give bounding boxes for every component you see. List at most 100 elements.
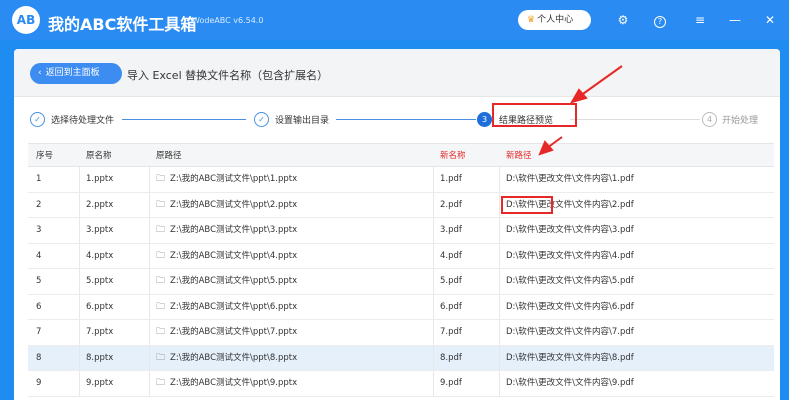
- user-center-button[interactable]: ♛ 个人中心: [518, 10, 591, 30]
- help-icon[interactable]: ?: [650, 10, 670, 30]
- column-divider: [433, 320, 434, 345]
- table-row[interactable]: 8 8.pptx 🗀 Z:\我的ABC测试文件\ppt\8.pptx 8.pdf D:\软…: [28, 345, 774, 371]
- column-divider: [499, 218, 500, 243]
- table-row[interactable]: 5 5.pptx 🗀 Z:\我的ABC测试文件\ppt\5.pptx 5.pdf D:\软…: [28, 269, 774, 295]
- app-version: WodeABC v6.54.0: [192, 16, 264, 25]
- back-to-main-button[interactable]: ‹ 返回到主面板: [30, 63, 122, 84]
- column-divider: [499, 243, 500, 268]
- column-divider: [149, 192, 150, 217]
- cell-path: Z:\我的ABC测试文件\ppt\1.pptx: [170, 174, 298, 184]
- cell-new-path: D:\软件\更改文件\文件内容\5.pdf: [506, 276, 634, 286]
- cell-new-name: 2.pdf: [440, 199, 462, 210]
- cell-index: 3: [36, 225, 42, 235]
- column-divider: [499, 294, 500, 319]
- cell-new-path: D:\软件\更改文件\文件内容\1.pdf: [506, 174, 634, 184]
- app-title: 我的ABC软件工具箱: [48, 15, 197, 34]
- column-divider: [499, 167, 500, 192]
- step-connector: [122, 119, 246, 120]
- column-divider: [149, 167, 150, 192]
- column-divider: [149, 294, 150, 319]
- column-divider: [433, 294, 434, 319]
- cell-new-path: D:\软件\更改文件\文件内容\4.pdf: [506, 250, 634, 261]
- table-row[interactable]: 7 7.pptx 🗀 Z:\我的ABC测试文件\ppt\7.pptx 7.pdf D:\软…: [28, 320, 774, 346]
- folder-icon: 🗀: [156, 301, 166, 312]
- step-indicator: ✓ 选择待处理文件 ✓ 设置输出目录 3 结果路径预览 4 开始处理: [14, 97, 780, 143]
- cell-name: 1.pptx: [86, 174, 114, 184]
- cell-new-name: 1.pdf: [440, 174, 462, 184]
- cell-index: 9: [36, 378, 42, 388]
- app-logo: AB: [12, 6, 40, 34]
- column-divider: [79, 371, 80, 396]
- col-name: 原名称: [86, 151, 112, 161]
- column-divider: [79, 167, 80, 192]
- menu-icon[interactable]: ≡: [690, 10, 710, 30]
- folder-icon: 🗀: [156, 174, 166, 184]
- step-connector: [336, 119, 476, 120]
- cell-new-path: D:\软件\更改文件\文件内容\9.pdf: [506, 378, 634, 388]
- column-divider: [499, 345, 500, 370]
- page-title: 导入 Excel 替换文件名称（包含扩展名）: [127, 69, 329, 82]
- table-row[interactable]: 6 6.pptx 🗀 Z:\我的ABC测试文件\ppt\6.pptx 6.pdf D:\软…: [28, 294, 774, 320]
- step-1-label: 选择待处理文件: [51, 116, 115, 126]
- annotation-box-step3: [492, 103, 577, 127]
- cell-path: Z:\我的ABC测试文件\ppt\6.pptx: [170, 301, 298, 312]
- step-connector: [570, 119, 700, 120]
- column-divider: [433, 269, 434, 294]
- minimize-icon[interactable]: —: [725, 10, 745, 30]
- cell-new-path: D:\软件\更改文件\文件内容\6.pdf: [506, 301, 634, 312]
- close-icon[interactable]: ✕: [760, 10, 780, 30]
- column-divider: [149, 269, 150, 294]
- column-divider: [499, 269, 500, 294]
- cell-new-name: 4.pdf: [440, 250, 462, 261]
- cell-path: Z:\我的ABC测试文件\ppt\3.pptx: [170, 225, 298, 235]
- table-row[interactable]: 9 9.pptx 🗀 Z:\我的ABC测试文件\ppt\9.pptx 9.pdf D:\软…: [28, 371, 774, 397]
- column-divider: [79, 218, 80, 243]
- step-2-label: 设置输出目录: [275, 116, 330, 126]
- cell-index: 6: [36, 301, 42, 312]
- annotation-box-new-path: [501, 196, 553, 214]
- cell-new-name: 7.pdf: [440, 327, 462, 337]
- column-divider: [433, 243, 434, 268]
- column-divider: [433, 371, 434, 396]
- step-4-label: 开始处理: [722, 116, 759, 126]
- main-panel: ‹ 返回到主面板 导入 Excel 替换文件名称（包含扩展名） ✓ 选择待处理文件…: [14, 49, 780, 400]
- cell-index: 4: [36, 250, 42, 261]
- column-divider: [433, 345, 434, 370]
- folder-icon: 🗀: [156, 327, 166, 337]
- column-divider: [79, 269, 80, 294]
- table-header: 序号 原名称 原路径 新名称 新路径: [28, 143, 774, 167]
- table-row[interactable]: 2 2.pptx 🗀 Z:\我的ABC测试文件\ppt\2.pptx 2.pdf D:\软…: [28, 192, 774, 218]
- cell-index: 8: [36, 352, 42, 363]
- panel-header: ‹ 返回到主面板 导入 Excel 替换文件名称（包含扩展名）: [14, 49, 780, 97]
- cell-name: 6.pptx: [86, 301, 114, 312]
- cell-new-path: D:\软件\更改文件\文件内容\3.pdf: [506, 225, 634, 235]
- table-row[interactable]: 1 1.pptx 🗀 Z:\我的ABC测试文件\ppt\1.pptx 1.pdf D:\软…: [28, 167, 774, 193]
- column-divider: [499, 371, 500, 396]
- cell-new-name: 9.pdf: [440, 378, 462, 388]
- step-1-check-icon: ✓: [30, 112, 45, 127]
- folder-icon: 🗀: [156, 352, 166, 363]
- column-divider: [433, 218, 434, 243]
- col-path: 原路径: [156, 151, 182, 161]
- cell-name: 5.pptx: [86, 276, 114, 286]
- chevron-left-icon: ‹: [38, 68, 42, 78]
- gear-icon[interactable]: ⚙: [613, 10, 633, 30]
- folder-icon: 🗀: [156, 276, 166, 286]
- column-divider: [79, 320, 80, 345]
- cell-name: 4.pptx: [86, 250, 114, 261]
- column-divider: [499, 192, 500, 217]
- cell-name: 2.pptx: [86, 199, 114, 210]
- column-divider: [149, 345, 150, 370]
- cell-index: 7: [36, 327, 42, 337]
- step-2-check-icon: ✓: [254, 112, 269, 127]
- cell-new-path: D:\软件\更改文件\文件内容\7.pdf: [506, 327, 634, 337]
- table-row[interactable]: 4 4.pptx 🗀 Z:\我的ABC测试文件\ppt\4.pptx 4.pdf D:\软…: [28, 243, 774, 269]
- col-index: 序号: [36, 151, 54, 161]
- cell-new-name: 6.pdf: [440, 301, 462, 312]
- user-center-label: 个人中心: [537, 15, 574, 25]
- cell-index: 2: [36, 199, 42, 210]
- table-row[interactable]: 3 3.pptx 🗀 Z:\我的ABC测试文件\ppt\3.pptx 3.pdf D:\软…: [28, 218, 774, 244]
- column-divider: [79, 294, 80, 319]
- folder-icon: 🗀: [156, 199, 166, 210]
- col-new-path: 新路径: [506, 151, 532, 161]
